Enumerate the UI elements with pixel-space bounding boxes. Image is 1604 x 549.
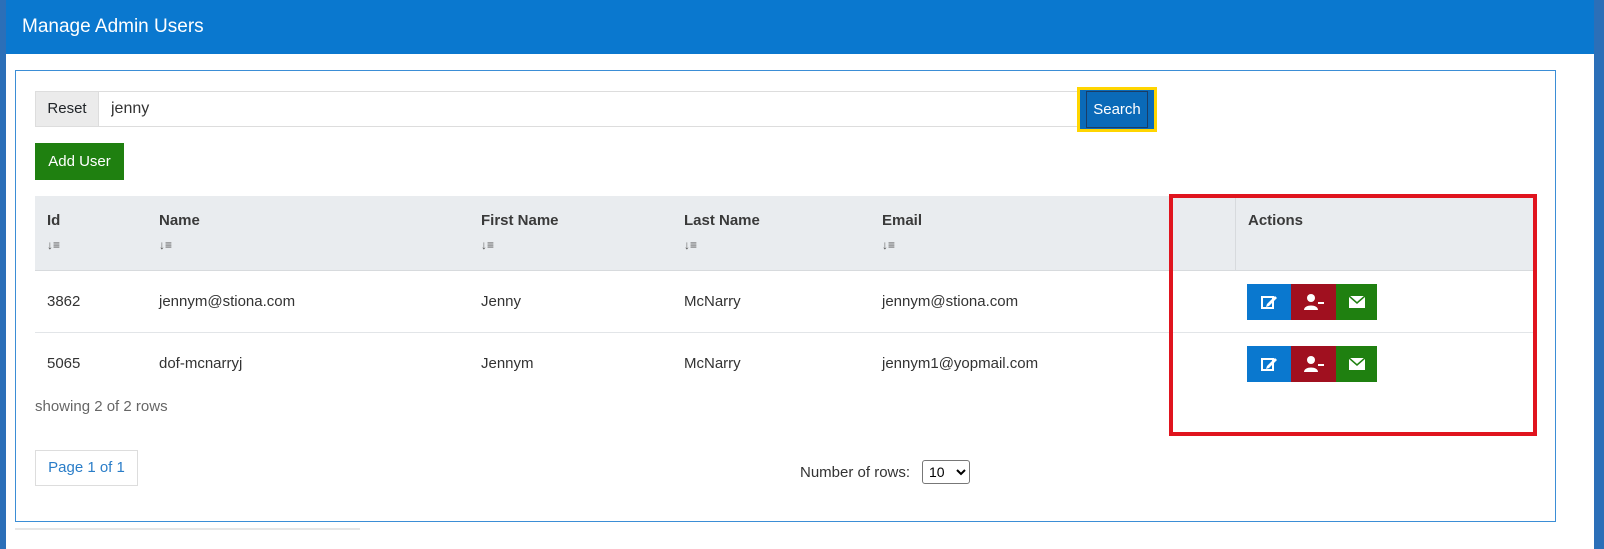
cell-id: 3862: [47, 293, 81, 310]
edit-icon: [1261, 296, 1277, 309]
column-header-label: Name: [159, 212, 200, 229]
search-button-label: Search: [1086, 91, 1148, 128]
column-header-label: Actions: [1248, 212, 1304, 229]
right-window-edge: [1594, 0, 1604, 549]
column-header-id[interactable]: Id ↓≡: [47, 212, 60, 252]
page-header: Manage Admin Users: [6, 0, 1594, 54]
cell-id: 5065: [47, 355, 81, 372]
cell-last-name: McNarry: [684, 293, 741, 310]
column-header-first-name[interactable]: First Name ↓≡: [481, 212, 559, 252]
row-count-text: showing 2 of 2 rows: [35, 398, 168, 415]
rows-per-page-label: Number of rows:: [800, 464, 911, 481]
reset-button[interactable]: Reset: [35, 91, 98, 127]
cell-last-name: McNarry: [684, 355, 741, 372]
cell-first-name: Jennym: [481, 355, 534, 372]
page-indicator[interactable]: Page 1 of 1: [35, 450, 138, 486]
column-header-actions: Actions: [1248, 212, 1303, 229]
cell-email: jennym@stiona.com: [882, 293, 1019, 310]
email-user-button[interactable]: [1336, 284, 1377, 320]
remove-user-button[interactable]: [1291, 346, 1336, 382]
row-actions: [1247, 346, 1377, 382]
remove-user-icon: [1303, 356, 1324, 372]
edit-user-button[interactable]: [1247, 346, 1291, 382]
column-divider: [1235, 196, 1236, 271]
cell-first-name: Jenny: [481, 293, 522, 310]
table-header: Id ↓≡ Name ↓≡ First Name ↓≡ Last Name ↓≡…: [35, 196, 1533, 271]
sort-icon[interactable]: ↓≡: [159, 238, 200, 252]
sort-icon[interactable]: ↓≡: [481, 238, 559, 252]
cell-email: jennym1@yopmail.com: [882, 355, 1039, 372]
rows-per-page-select[interactable]: 10: [922, 460, 970, 484]
column-header-email[interactable]: Email ↓≡: [882, 212, 922, 252]
edit-icon: [1261, 358, 1277, 371]
edit-user-button[interactable]: [1247, 284, 1291, 320]
table-row: 3862 jennym@stiona.com Jenny McNarry jen…: [35, 271, 1533, 333]
column-header-label: Email: [882, 212, 923, 229]
column-header-name[interactable]: Name ↓≡: [159, 212, 200, 252]
remove-user-icon: [1303, 294, 1324, 310]
cell-name: jennym@stiona.com: [159, 293, 296, 310]
divider: [15, 528, 360, 530]
page-title: Manage Admin Users: [22, 16, 204, 37]
column-header-label: Last Name: [684, 212, 760, 229]
row-actions: [1247, 284, 1377, 320]
table-row: 5065 dof-mcnarryj Jennym McNarry jennym1…: [35, 333, 1533, 395]
envelope-icon: [1348, 357, 1365, 370]
sort-icon[interactable]: ↓≡: [882, 238, 922, 252]
email-user-button[interactable]: [1336, 346, 1377, 382]
column-header-label: First Name: [481, 212, 559, 229]
left-window-edge: [0, 0, 6, 549]
search-button[interactable]: Search: [1077, 87, 1157, 132]
cell-name: dof-mcnarryj: [159, 355, 243, 372]
search-input[interactable]: [98, 91, 1078, 127]
remove-user-button[interactable]: [1291, 284, 1336, 320]
add-user-button[interactable]: Add User: [35, 143, 124, 180]
sort-icon[interactable]: ↓≡: [47, 238, 60, 252]
envelope-icon: [1348, 295, 1365, 308]
sort-icon[interactable]: ↓≡: [684, 238, 760, 252]
column-header-last-name[interactable]: Last Name ↓≡: [684, 212, 760, 252]
column-header-label: Id: [47, 212, 61, 229]
